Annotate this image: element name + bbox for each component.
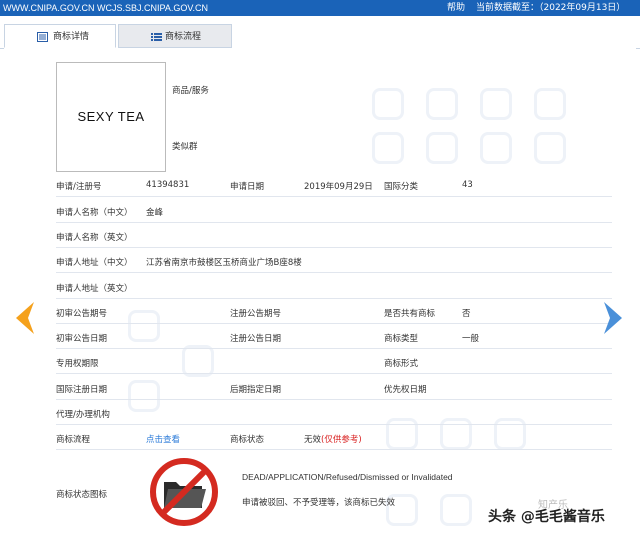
row-divider [56, 247, 612, 248]
watermark-tile [534, 132, 566, 164]
mark-type-label: 商标类型 [384, 334, 419, 344]
apply-date-label: 申请日期 [230, 182, 265, 192]
list-icon [37, 32, 48, 42]
row-divider [56, 424, 612, 425]
status-english: DEAD/APPLICATION/Refused/Dismissed or In… [242, 472, 453, 482]
status-value: 无效 [304, 435, 322, 445]
row-divider [56, 272, 612, 273]
address-cn-label: 申请人地址（中文） [56, 258, 133, 268]
reg-pub-date-label: 注册公告日期 [230, 334, 282, 344]
row-divider [56, 196, 612, 197]
reg-no-label: 申请/注册号 [56, 182, 102, 192]
watermark-tile [372, 132, 404, 164]
watermark-tile [386, 418, 418, 450]
prelim-no-label: 初审公告期号 [56, 309, 108, 319]
mark-type-value: 一般 [462, 334, 480, 344]
status-label: 商标状态 [230, 435, 265, 445]
priority-date-label: 优先权日期 [384, 385, 427, 395]
agent-label: 代理/办理机构 [56, 410, 110, 420]
toutiao-watermark: 头条 @毛毛酱音乐 [488, 509, 605, 525]
row-divider [56, 399, 612, 400]
watermark-tile [426, 132, 458, 164]
applicant-cn-label: 申请人名称（中文） [56, 208, 133, 218]
address-cn-value: 江苏省南京市鼓楼区玉桥商业广场B座8楼 [146, 258, 302, 268]
intl-reg-date-label: 国际注册日期 [56, 385, 108, 395]
trademark-image: SEXY TEA [56, 62, 166, 172]
reg-no-value: 41394831 [146, 180, 190, 190]
help-link[interactable]: 帮助 [447, 0, 465, 16]
trademark-text: SEXY TEA [77, 109, 145, 124]
watermark-tile [128, 380, 160, 412]
status-note: (仅供参考) [321, 435, 362, 445]
row-divider [56, 449, 612, 450]
later-date-label: 后期指定日期 [230, 385, 282, 395]
apply-date-value: 2019年09月29日 [304, 182, 373, 192]
shared-mark-value: 否 [462, 309, 471, 319]
similar-group-label: 类似群 [172, 142, 198, 152]
row-divider [56, 323, 612, 324]
watermark-tile [128, 310, 160, 342]
list-icon [151, 33, 162, 41]
watermark-tile [426, 88, 458, 120]
tab-label: 商标流程 [165, 32, 202, 42]
row-divider [56, 348, 612, 349]
shared-mark-label: 是否共有商标 [384, 309, 436, 319]
view-flow-link[interactable]: 点击查看 [146, 433, 180, 445]
exclusive-period-label: 专用权期限 [56, 359, 99, 369]
prelim-date-label: 初审公告日期 [56, 334, 108, 344]
prev-arrow-icon[interactable] [14, 300, 36, 336]
status-chinese: 申请被驳回、不予受理等，该商标已失效 [242, 498, 396, 508]
watermark-tile [494, 418, 526, 450]
tab-label: 商标详情 [53, 32, 90, 42]
address-en-label: 申请人地址（英文） [56, 284, 133, 294]
status-icon-label: 商标状态图标 [56, 490, 108, 500]
tab-trademark-details[interactable]: 商标详情 [4, 24, 116, 48]
watermark-tile [440, 418, 472, 450]
intl-class-value: 43 [462, 180, 473, 190]
reg-pub-no-label: 注册公告期号 [230, 309, 282, 319]
goods-label: 商品/服务 [172, 86, 209, 96]
watermark-tile [480, 88, 512, 120]
watermark-tile [534, 88, 566, 120]
applicant-cn-value: 金峰 [146, 208, 164, 218]
top-bar: WWW.CNIPA.GOV.CN WCJS.SBJ.CNIPA.GOV.CN 帮… [0, 0, 640, 16]
data-date: 当前数据截至：（2022年09月13日） [476, 3, 626, 13]
tab-trademark-flow[interactable]: 商标流程 [118, 24, 232, 48]
mark-form-label: 商标形式 [384, 359, 419, 369]
invalid-folder-icon [150, 458, 218, 526]
watermark-tile [372, 88, 404, 120]
watermark-tile [440, 494, 472, 526]
site-urls: WWW.CNIPA.GOV.CN WCJS.SBJ.CNIPA.GOV.CN [3, 3, 209, 13]
watermark-tile [480, 132, 512, 164]
row-divider [56, 222, 612, 223]
row-divider [56, 298, 612, 299]
next-arrow-icon[interactable] [602, 300, 624, 336]
row-divider [56, 373, 612, 374]
tab-bar: 商标详情 商标流程 [0, 20, 640, 49]
intl-class-label: 国际分类 [384, 182, 419, 192]
applicant-en-label: 申请人名称（英文） [56, 233, 133, 243]
flow-label: 商标流程 [56, 435, 91, 445]
